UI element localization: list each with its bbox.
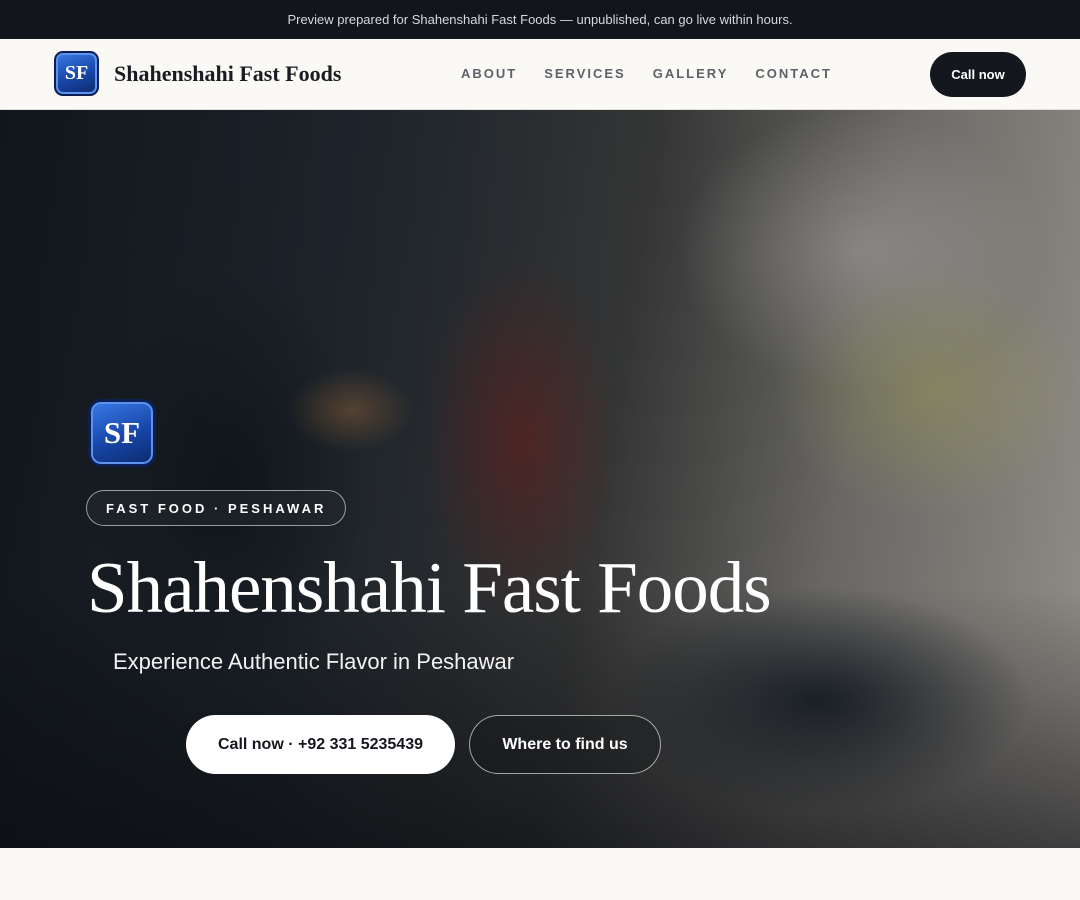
brand-logo-initials: SF	[64, 62, 89, 84]
find-us-button[interactable]: Where to find us	[469, 715, 661, 774]
nav-item-about[interactable]: ABOUT	[461, 66, 517, 81]
hero-logo-initials: SF	[103, 415, 141, 450]
hero-category-text: FAST FOOD · PESHAWAR	[106, 500, 327, 516]
nav-item-services[interactable]: SERVICES	[544, 66, 626, 81]
preview-banner: Preview prepared for Shahenshahi Fast Fo…	[0, 0, 1080, 39]
hero-logo-icon: SF	[88, 399, 156, 467]
hero-call-button[interactable]: Call now · +92 331 5235439	[186, 715, 455, 774]
brand-name: Shahenshahi Fast Foods	[114, 60, 342, 86]
hero-subtitle: Experience Authentic Flavor in Peshawar	[113, 649, 515, 674]
hero-section: SF FAST FOOD · PESHAWAR Shahenshahi Fast…	[0, 110, 1080, 848]
nav-item-gallery[interactable]: GALLERY	[653, 66, 729, 81]
preview-banner-text: Preview prepared for Shahenshahi Fast Fo…	[287, 12, 793, 27]
brand-logo-icon: SF	[54, 51, 99, 96]
brand-link[interactable]: SF Shahenshahi Fast Foods	[54, 51, 341, 96]
hero-category-badge: FAST FOOD · PESHAWAR	[86, 490, 347, 526]
header-call-button[interactable]: Call now	[930, 52, 1026, 97]
main-nav: ABOUT SERVICES GALLERY CONTACT	[461, 66, 832, 81]
site-header: SF Shahenshahi Fast Foods ABOUT SERVICES…	[0, 39, 1080, 110]
nav-item-contact[interactable]: CONTACT	[755, 66, 832, 81]
next-section	[0, 848, 1080, 900]
hero-title: Shahenshahi Fast Foods	[87, 547, 772, 628]
